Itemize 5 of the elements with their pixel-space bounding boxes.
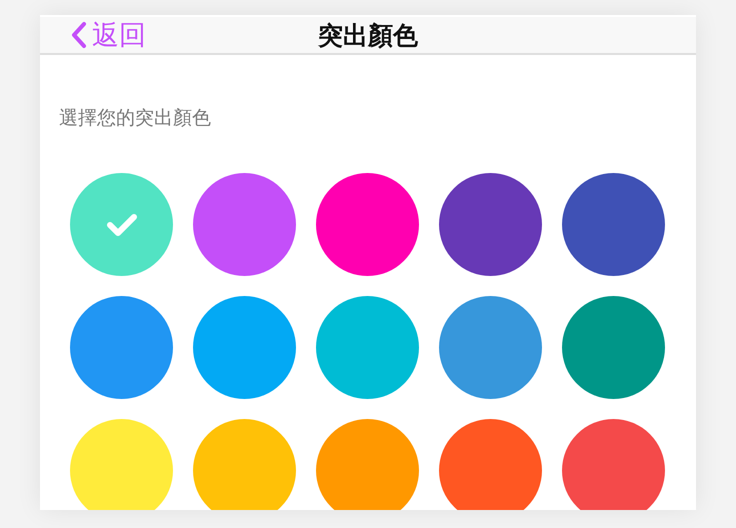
page-title: 突出顏色: [318, 20, 418, 52]
back-button[interactable]: 返回: [70, 17, 146, 53]
section-label: 選擇您的突出顏色: [59, 106, 212, 131]
chevron-left-icon: [70, 21, 88, 49]
checkmark-icon: [106, 212, 138, 238]
